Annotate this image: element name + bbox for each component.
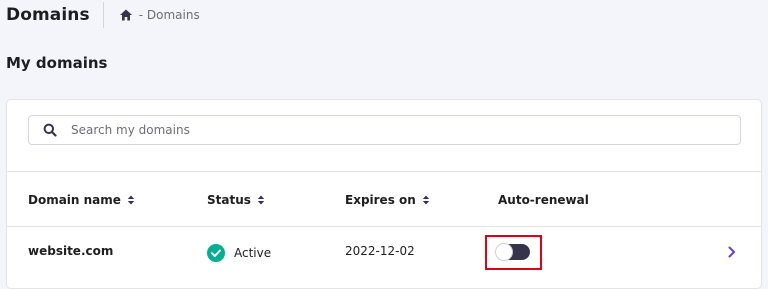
check-circle-icon [207,244,225,262]
sort-icon[interactable] [127,195,135,205]
column-header-domain-name[interactable]: Domain name [28,193,135,207]
status-cell: Active [207,244,271,262]
column-header-label: Auto-renewal [498,193,589,207]
search-icon [43,123,57,137]
column-header-expires-on[interactable]: Expires on [345,193,430,207]
sort-icon[interactable] [422,195,430,205]
search-box[interactable] [28,115,741,145]
breadcrumb-current: - Domains [138,8,200,22]
column-header-label: Domain name [28,193,121,207]
breadcrumb: - Domains [119,8,200,22]
status-label: Active [234,246,272,260]
header-divider [102,2,104,28]
page-title: Domains [6,5,90,25]
auto-renewal-toggle[interactable] [496,244,530,260]
sort-icon[interactable] [257,195,265,205]
column-header-status[interactable]: Status [207,193,265,207]
table-divider [7,226,761,227]
chevron-right-icon[interactable] [726,244,738,260]
section-title: My domains [6,54,108,72]
page-header: Domains - Domains [0,0,768,30]
table-divider [7,171,761,172]
domain-name-cell[interactable]: website.com [28,244,113,258]
column-header-label: Status [207,193,251,207]
domains-card: Domain name Status Expires on Auto-renew… [6,99,762,289]
column-header-auto-renewal: Auto-renewal [498,193,589,207]
toggle-knob [496,244,512,260]
expires-on-cell: 2022-12-02 [345,244,415,258]
search-input[interactable] [71,116,740,144]
home-icon[interactable] [119,8,133,22]
column-header-label: Expires on [345,193,416,207]
